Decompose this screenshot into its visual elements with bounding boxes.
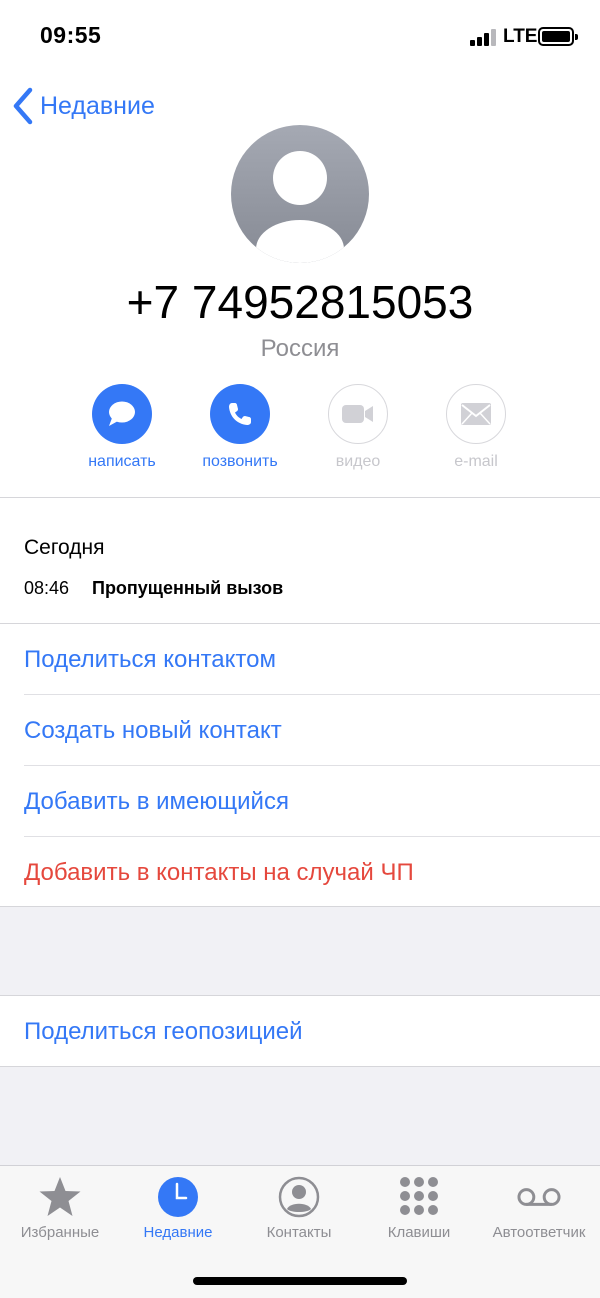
share-contact-option[interactable]: Поделиться контактом: [0, 624, 600, 695]
tab-favorites[interactable]: Избранные: [0, 1174, 120, 1241]
divider: [0, 497, 600, 498]
history-call-type: Пропущенный вызов: [92, 578, 284, 598]
back-button[interactable]: Недавние: [12, 86, 155, 126]
tab-contacts[interactable]: Контакты: [239, 1174, 359, 1241]
divider: [0, 906, 600, 907]
video-button: видео: [298, 384, 418, 471]
contact-icon: [278, 1176, 320, 1218]
section-gap: [0, 1067, 600, 1165]
contact-phone-number: +7 74952815053: [126, 276, 474, 328]
share-location-option[interactable]: Поделиться геопозицией: [0, 996, 600, 1067]
add-emergency-contact-option[interactable]: Добавить в контакты на случай ЧП: [0, 837, 600, 908]
tab-recents[interactable]: Недавние: [118, 1174, 238, 1241]
tab-recents-label: Недавние: [143, 1224, 213, 1241]
contact-country: Россия: [260, 335, 340, 362]
chevron-left-icon: [13, 87, 33, 125]
status-time: 09:55: [40, 22, 102, 48]
phone-icon: [229, 403, 251, 425]
message-label: написать: [88, 453, 156, 470]
call-button[interactable]: позвонить: [180, 384, 300, 471]
person-silhouette-icon: [256, 151, 344, 263]
contact-actions: написать позвонить видео e-mail: [0, 384, 600, 484]
tab-keypad[interactable]: Клавиши: [359, 1174, 479, 1241]
network-type: LTE: [503, 26, 538, 47]
tab-contacts-label: Контакты: [266, 1224, 332, 1241]
history-time: 08:46: [24, 578, 70, 598]
mail-icon: [461, 403, 491, 425]
email-button: e-mail: [416, 384, 536, 471]
call-label: позвонить: [202, 453, 278, 470]
star-icon: [39, 1177, 81, 1216]
contact-avatar: [231, 125, 369, 263]
tab-keypad-label: Клавиши: [387, 1224, 451, 1241]
tab-favorites-label: Избранные: [20, 1224, 100, 1241]
video-label: видео: [335, 453, 381, 470]
signal-strength-icon: [470, 29, 498, 46]
keypad-icon: [400, 1177, 438, 1215]
section-gap: [0, 907, 600, 996]
status-bar: 09:55 LTE: [0, 0, 600, 72]
tab-voicemail-label: Автоответчик: [492, 1224, 586, 1241]
message-icon: [109, 401, 135, 426]
create-new-contact-option[interactable]: Создать новый контакт: [0, 695, 600, 766]
home-indicator[interactable]: [193, 1277, 407, 1285]
message-button[interactable]: написать: [62, 384, 182, 471]
video-icon: [342, 405, 373, 423]
clock-icon: [158, 1177, 198, 1217]
history-entry: 08:46 Пропущенный вызов: [24, 578, 283, 599]
add-to-existing-option[interactable]: Добавить в имеющийся: [0, 766, 600, 837]
tab-voicemail[interactable]: Автоответчик: [479, 1174, 599, 1241]
email-label: e-mail: [454, 453, 498, 470]
voicemail-icon: [517, 1188, 561, 1206]
history-day: Сегодня: [24, 536, 105, 559]
back-label: Недавние: [40, 91, 155, 120]
battery-icon: [538, 27, 578, 46]
